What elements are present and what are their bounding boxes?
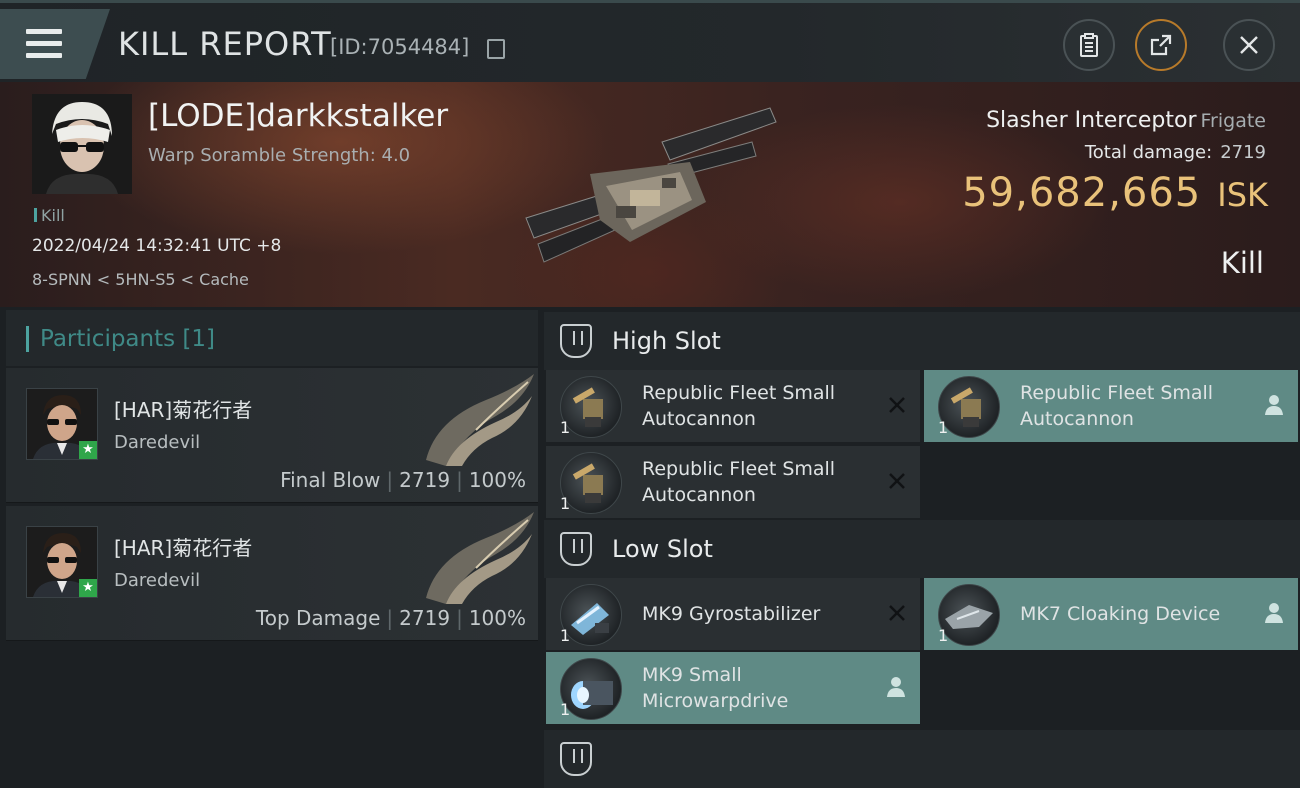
item-quantity: 1 bbox=[560, 700, 571, 719]
ship-name: Slasher Interceptor bbox=[986, 108, 1197, 133]
item-name: Republic Fleet Small Autocannon bbox=[1020, 382, 1214, 430]
participant-stats: Top Damage | 2719 | 100% bbox=[255, 606, 526, 630]
close-button[interactable] bbox=[1223, 19, 1275, 71]
item-name: Republic Fleet Small Autocannon bbox=[642, 458, 836, 506]
report-id: [ID:7054484] bbox=[330, 35, 470, 59]
close-icon bbox=[1240, 36, 1258, 54]
total-damage: Total damage: 2719 bbox=[1085, 142, 1266, 163]
item-name: Republic Fleet Small Autocannon bbox=[642, 382, 836, 430]
clipboard-icon bbox=[1080, 33, 1098, 57]
avatar: ★ bbox=[26, 526, 98, 598]
participants-title: Participants [1] bbox=[40, 326, 215, 352]
mid-slot-header bbox=[544, 730, 1300, 788]
warp-scramble-strength: Warp Soramble Strength: 4.0 bbox=[148, 145, 411, 166]
dropped-person-icon bbox=[1265, 603, 1283, 623]
slot-item[interactable]: 1 MK7 Cloaking Device bbox=[924, 578, 1298, 650]
item-quantity: 1 bbox=[938, 418, 949, 437]
slot-item[interactable]: 1 MK9 Small Microwarpdrive bbox=[546, 652, 920, 724]
victim-header: [LODE]darkkstalker Warp Soramble Strengt… bbox=[0, 82, 1300, 307]
victim-portrait[interactable] bbox=[32, 94, 132, 194]
mid-slot-icon bbox=[560, 742, 592, 776]
result-label: Kill bbox=[1220, 246, 1264, 280]
participant-name: [HAR]菊花行者 bbox=[114, 398, 253, 422]
victim-name[interactable]: [LODE]darkkstalker bbox=[148, 98, 448, 134]
menu-button[interactable] bbox=[0, 9, 110, 79]
item-quantity: 1 bbox=[560, 494, 571, 513]
accent-bar bbox=[26, 326, 29, 352]
item-quantity: 1 bbox=[938, 626, 949, 645]
item-name: MK9 Small Microwarpdrive bbox=[642, 664, 789, 712]
participant-row[interactable]: ★ [HAR]菊花行者 Daredevil Final Blow | 2719 | 10… bbox=[6, 368, 538, 503]
isk-value: 59,682,665 bbox=[962, 170, 1202, 216]
clipboard-button[interactable] bbox=[1063, 19, 1115, 71]
slot-item[interactable]: 1 Republic Fleet Small Autocannon bbox=[546, 370, 920, 442]
destroyed-icon bbox=[889, 473, 905, 489]
star-icon: ★ bbox=[79, 441, 97, 459]
high-slot-title: High Slot bbox=[612, 327, 721, 355]
fitting-panel: High Slot 1 Republic Fleet Small Autocan… bbox=[544, 310, 1300, 788]
avatar: ★ bbox=[26, 388, 98, 460]
participant-ship: Daredevil bbox=[114, 570, 201, 591]
share-icon bbox=[1150, 34, 1172, 56]
high-slot-header: High Slot bbox=[544, 312, 1300, 370]
participant-ship-image bbox=[426, 512, 534, 604]
copy-icon[interactable] bbox=[487, 39, 505, 59]
participant-role: Top Damage bbox=[255, 606, 381, 630]
isk-value-row: 59,682,665 ISK bbox=[962, 170, 1268, 216]
hamburger-icon bbox=[26, 29, 62, 59]
slot-item[interactable]: 1 MK9 Gyrostabilizer bbox=[546, 578, 920, 650]
low-slot-header: Low Slot bbox=[544, 520, 1300, 578]
ship-class: Frigate bbox=[1200, 110, 1266, 132]
participant-row[interactable]: ★ [HAR]菊花行者 Daredevil Top Damage | 2719 | 10… bbox=[6, 506, 538, 641]
dropped-person-icon bbox=[1265, 395, 1283, 415]
participant-stats: Final Blow | 2719 | 100% bbox=[280, 468, 526, 492]
star-icon: ★ bbox=[79, 579, 97, 597]
participant-ship: Daredevil bbox=[114, 432, 201, 453]
participant-damage: 2719 bbox=[399, 606, 451, 630]
slot-item[interactable]: 1 Republic Fleet Small Autocannon bbox=[546, 446, 920, 518]
victim-avatar bbox=[32, 94, 132, 194]
kill-tag: Kill bbox=[34, 206, 65, 225]
kill-location[interactable]: 8-SPNN < 5HN-S5 < Cache bbox=[32, 270, 249, 289]
participants-header: Participants [1] bbox=[6, 310, 538, 366]
item-quantity: 1 bbox=[560, 418, 571, 437]
total-damage-label: Total damage: bbox=[1084, 142, 1213, 163]
victim-ship-image[interactable] bbox=[520, 102, 780, 282]
item-name: MK7 Cloaking Device bbox=[1020, 603, 1221, 625]
victim-ship[interactable]: Slasher Interceptor Frigate bbox=[986, 108, 1266, 133]
item-name: MK9 Gyrostabilizer bbox=[642, 603, 821, 625]
participant-damage: 2719 bbox=[399, 468, 451, 492]
page-title: KILL REPORT bbox=[118, 25, 332, 63]
destroyed-icon bbox=[889, 397, 905, 413]
top-bar: KILL REPORT [ID:7054484] bbox=[0, 0, 1300, 85]
participants-panel: Participants [1] ★ [HAR]菊花行者 Daredevil F… bbox=[6, 310, 538, 750]
isk-unit: ISK bbox=[1217, 176, 1268, 214]
high-slot-icon bbox=[560, 324, 592, 358]
participant-percent: 100% bbox=[468, 468, 526, 492]
destroyed-icon bbox=[889, 605, 905, 621]
low-slot-icon bbox=[560, 532, 592, 566]
kill-datetime: 2022/04/24 14:32:41 UTC +8 bbox=[32, 236, 282, 256]
participant-role: Final Blow bbox=[280, 468, 381, 492]
low-slot-title: Low Slot bbox=[612, 535, 713, 563]
participant-name: [HAR]菊花行者 bbox=[114, 536, 253, 560]
participant-percent: 100% bbox=[468, 606, 526, 630]
slot-item[interactable]: 1 Republic Fleet Small Autocannon bbox=[924, 370, 1298, 442]
share-button[interactable] bbox=[1135, 19, 1187, 71]
dropped-person-icon bbox=[887, 677, 905, 697]
participant-ship-image bbox=[426, 374, 534, 466]
total-damage-value: 2719 bbox=[1220, 142, 1266, 163]
item-quantity: 1 bbox=[560, 626, 571, 645]
